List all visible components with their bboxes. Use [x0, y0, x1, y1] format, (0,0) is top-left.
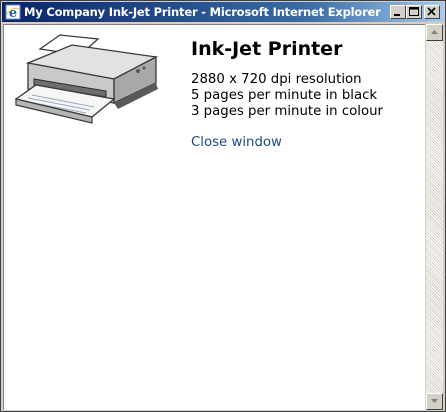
minimize-button[interactable]	[390, 5, 406, 19]
printer-image	[14, 34, 159, 124]
page-content: Ink-Jet Printer 2880 x 720 dpi resolutio…	[3, 24, 425, 410]
maximize-icon	[409, 7, 419, 16]
spec-colour-speed: 3 pages per minute in colour	[191, 104, 384, 119]
title-bar[interactable]: e My Company Ink-Jet Printer - Microsoft…	[2, 2, 444, 22]
window-title: My Company Ink-Jet Printer - Microsoft I…	[24, 5, 381, 19]
spec-black-speed: 5 pages per minute in black	[191, 88, 378, 103]
browser-popup-window: e My Company Ink-Jet Printer - Microsoft…	[0, 0, 446, 412]
scroll-down-arrow-icon	[431, 399, 438, 403]
scroll-up-button[interactable]	[426, 24, 443, 41]
scroll-down-button[interactable]	[426, 393, 443, 410]
close-button[interactable]	[424, 5, 440, 19]
product-title: Ink-Jet Printer	[191, 38, 343, 60]
vertical-scrollbar[interactable]	[426, 24, 443, 410]
spec-resolution: 2880 x 720 dpi resolution	[191, 72, 362, 87]
scroll-up-arrow-icon	[431, 30, 438, 34]
close-icon	[427, 7, 436, 16]
minimize-icon	[394, 14, 400, 16]
spec-list: 2880 x 720 dpi resolution 5 pages per mi…	[191, 72, 383, 120]
close-window-link[interactable]: Close window	[191, 135, 282, 150]
internet-explorer-icon[interactable]: e	[5, 4, 21, 21]
maximize-button[interactable]	[406, 5, 422, 19]
